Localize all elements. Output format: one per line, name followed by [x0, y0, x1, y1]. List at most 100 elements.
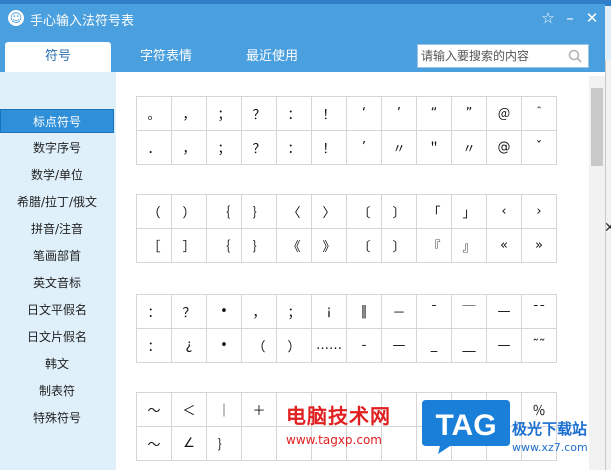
symbol-cell[interactable]: ～ [136, 392, 172, 427]
symbol-cell[interactable]: ， [171, 96, 207, 131]
category-numbers[interactable]: 数字序号 [0, 136, 114, 160]
symbol-cell[interactable]: ｛ [206, 228, 242, 263]
symbol-cell[interactable]: ［ [136, 228, 172, 263]
pin-icon[interactable]: ☆ [538, 8, 558, 28]
symbol-cell[interactable]: － [381, 294, 417, 329]
symbol-cell[interactable]: ！ [311, 130, 347, 165]
category-strokes-radicals[interactable]: 笔画部首 [0, 244, 114, 268]
symbol-cell[interactable]: ＠ [486, 96, 522, 131]
category-box-drawing[interactable]: 制表符 [0, 379, 114, 403]
symbol-cell[interactable]: ¯¯ [521, 294, 557, 329]
symbol-cell[interactable]: 〕 [381, 194, 417, 229]
symbol-cell[interactable]: ｜ [206, 392, 242, 427]
category-phonetics[interactable]: 英文音标 [0, 271, 114, 295]
symbol-cell[interactable]: 〃 [451, 130, 487, 165]
category-katakana[interactable]: 日文片假名 [0, 325, 114, 349]
symbol-cell[interactable]: ¡ [311, 294, 347, 329]
category-hiragana[interactable]: 日文平假名 [0, 298, 114, 322]
symbol-cell[interactable]: ？ [171, 294, 207, 329]
symbol-cell[interactable]: 『 [416, 228, 452, 263]
symbol-cell[interactable]: （ [136, 194, 172, 229]
symbol-cell[interactable]: （ [241, 328, 277, 363]
symbol-cell[interactable]: ’ [381, 96, 417, 131]
symbol-cell[interactable]: “ [416, 96, 452, 131]
symbol-cell[interactable]: ： [136, 294, 172, 329]
symbol-cell[interactable]: ， [171, 130, 207, 165]
symbol-cell[interactable]: ｝ [206, 426, 242, 461]
symbol-cell[interactable]: ｝ [241, 228, 277, 263]
scrollbar-thumb[interactable] [591, 88, 603, 166]
search-icon[interactable] [567, 48, 583, 64]
search-input[interactable] [421, 47, 566, 65]
symbol-cell[interactable]: ． [136, 130, 172, 165]
symbol-cell[interactable]: ‹ [486, 194, 522, 229]
symbol-cell[interactable]: ˜˜ [521, 328, 557, 363]
category-pinyin[interactable]: 拼音/注音 [0, 217, 114, 241]
symbol-cell[interactable]: - [346, 328, 382, 363]
symbol-cell[interactable]: ： [276, 130, 312, 165]
tab-symbols[interactable]: 符号 [5, 42, 111, 72]
symbol-cell[interactable]: ” [451, 96, 487, 131]
symbol-cell[interactable]: 〈 [276, 194, 312, 229]
symbol-cell[interactable]: • [206, 294, 242, 329]
symbol-cell[interactable]: ¯ [416, 294, 452, 329]
symbol-cell[interactable]: ？ [241, 96, 277, 131]
symbol-cell[interactable]: ～ [136, 426, 172, 461]
symbol-cell[interactable]: ￣ [451, 294, 487, 329]
symbol-cell[interactable]: 《 [276, 228, 312, 263]
symbol-cell[interactable]: 〃 [381, 130, 417, 165]
tab-emoticons[interactable]: 字符表情 [113, 42, 219, 72]
symbol-cell[interactable]: 』 [451, 228, 487, 263]
symbol-cell[interactable]: 「 [416, 194, 452, 229]
symbol-cell[interactable]: » [521, 228, 557, 263]
symbol-cell[interactable]: ： [136, 328, 172, 363]
symbol-cell[interactable]: 〔 [346, 194, 382, 229]
symbol-cell[interactable]: ， [241, 294, 277, 329]
symbol-cell[interactable]: 」 [451, 194, 487, 229]
symbol-cell[interactable] [241, 426, 277, 461]
category-punctuation[interactable]: 标点符号 [0, 109, 114, 133]
symbol-cell[interactable]: ； [206, 96, 242, 131]
symbol-cell[interactable]: — [486, 294, 522, 329]
symbol-cell[interactable]: ｛ [206, 194, 242, 229]
symbol-cell[interactable]: ｝ [241, 194, 277, 229]
symbol-cell[interactable]: ＜ [171, 392, 207, 427]
symbol-cell[interactable]: ） [276, 328, 312, 363]
symbol-cell[interactable]: ＋ [241, 392, 277, 427]
symbol-cell[interactable]: ； [276, 294, 312, 329]
symbol-cell[interactable]: ＂ [416, 130, 452, 165]
symbol-cell[interactable]: ） [171, 194, 207, 229]
symbol-cell[interactable]: _ [416, 328, 452, 363]
symbol-cell[interactable]: ！ [311, 96, 347, 131]
symbol-cell[interactable]: — [381, 328, 417, 363]
symbol-cell[interactable]: 。 [136, 96, 172, 131]
symbol-cell[interactable]: 〔 [346, 228, 382, 263]
symbol-cell[interactable]: ？ [241, 130, 277, 165]
symbol-cell[interactable]: — [486, 328, 522, 363]
category-math-units[interactable]: 数学/单位 [0, 163, 114, 187]
symbol-cell[interactable]: 〕 [381, 228, 417, 263]
symbol-cell[interactable]: 〉 [311, 194, 347, 229]
tab-recent[interactable]: 最近使用 [219, 42, 325, 72]
symbol-cell[interactable]: @ [486, 130, 522, 165]
symbol-cell[interactable]: …… [311, 328, 347, 363]
symbol-cell[interactable]: › [521, 194, 557, 229]
symbol-cell[interactable]: ’ [346, 130, 382, 165]
symbol-cell[interactable]: ＾ [521, 96, 557, 131]
symbol-cell[interactable]: ： [276, 96, 312, 131]
symbol-cell[interactable]: __ [451, 328, 487, 363]
symbol-cell[interactable]: ¿ [171, 328, 207, 363]
close-button[interactable]: ✕ [582, 8, 602, 28]
symbol-cell[interactable]: • [206, 328, 242, 363]
symbol-cell[interactable]: ∠ [171, 426, 207, 461]
symbol-cell[interactable]: 》 [311, 228, 347, 263]
symbol-cell[interactable]: « [486, 228, 522, 263]
symbol-cell[interactable]: ］ [171, 228, 207, 263]
symbol-cell[interactable]: ‘ [346, 96, 382, 131]
category-greek-latin-russian[interactable]: 希腊/拉丁/俄文 [0, 190, 114, 214]
symbol-cell[interactable]: ； [206, 130, 242, 165]
category-special[interactable]: 特殊符号 [0, 406, 114, 430]
minimize-button[interactable]: – [560, 8, 580, 28]
vertical-scrollbar[interactable] [589, 76, 605, 470]
symbol-cell[interactable]: ‖ [346, 294, 382, 329]
